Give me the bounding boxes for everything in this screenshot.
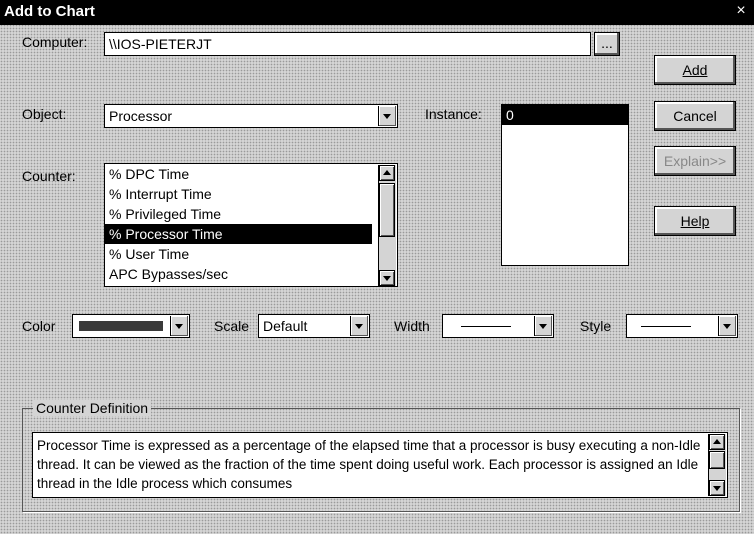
chevron-down-icon[interactable] [350, 316, 368, 336]
counter-list[interactable]: % DPC Time % Interrupt Time % Privileged… [104, 163, 398, 287]
color-label: Color [22, 318, 56, 334]
list-item[interactable]: % User Time [105, 244, 397, 264]
chevron-down-icon[interactable] [378, 106, 396, 126]
counter-definition-label: Counter Definition [33, 400, 152, 416]
object-dropdown[interactable]: Processor [104, 104, 398, 128]
computer-value: \\IOS-PIETERJT [109, 36, 212, 52]
line-style-preview [641, 326, 691, 327]
computer-label: Computer: [22, 34, 88, 50]
counter-label: Counter: [22, 168, 76, 184]
title-bar[interactable]: Add to Chart × [0, 0, 754, 25]
scale-value: Default [263, 318, 308, 334]
add-button[interactable]: Add [654, 55, 736, 85]
computer-field[interactable]: \\IOS-PIETERJT [104, 32, 591, 56]
style-dropdown[interactable] [626, 314, 738, 338]
color-dropdown[interactable] [72, 314, 190, 338]
explain-button-label: Explain>> [663, 153, 727, 169]
list-item[interactable]: % Processor Time [105, 224, 372, 244]
scroll-up-icon[interactable] [709, 434, 725, 450]
window-title: Add to Chart [4, 3, 95, 20]
definition-text: Processor Time is expressed as a percent… [37, 438, 701, 491]
width-dropdown[interactable] [442, 314, 554, 338]
scroll-up-icon[interactable] [379, 165, 395, 181]
list-item[interactable]: % Interrupt Time [105, 184, 397, 204]
help-button[interactable]: Help [654, 206, 736, 236]
counter-definition-text[interactable]: Processor Time is expressed as a percent… [32, 432, 728, 498]
counter-scrollbar[interactable] [378, 165, 396, 286]
scroll-thumb[interactable] [379, 183, 395, 237]
list-item[interactable]: % DPC Time [105, 164, 397, 184]
close-icon[interactable]: × [732, 2, 750, 20]
object-label: Object: [22, 106, 67, 122]
color-swatch [79, 321, 163, 331]
scale-label: Scale [214, 318, 250, 334]
width-label: Width [394, 318, 430, 334]
definition-scrollbar[interactable] [708, 434, 726, 496]
chevron-down-icon[interactable] [534, 316, 552, 336]
style-label: Style [580, 318, 612, 334]
explain-button[interactable]: Explain>> [654, 146, 736, 176]
scale-dropdown[interactable]: Default [258, 314, 370, 338]
object-value: Processor [109, 108, 173, 124]
scroll-down-icon[interactable] [709, 480, 725, 496]
browse-label: ... [601, 35, 613, 51]
browse-computers-button[interactable]: ... [594, 32, 620, 56]
list-item[interactable]: 0 [502, 105, 628, 125]
line-width-preview [461, 326, 511, 327]
instance-label: Instance: [425, 106, 482, 122]
list-item[interactable]: % Privileged Time [105, 204, 397, 224]
chevron-down-icon[interactable] [170, 316, 188, 336]
scroll-down-icon[interactable] [379, 270, 395, 286]
scroll-thumb[interactable] [709, 451, 725, 469]
cancel-button[interactable]: Cancel [654, 101, 736, 131]
add-button-label: Add [682, 62, 708, 78]
instance-list[interactable]: 0 [501, 104, 629, 266]
list-item[interactable]: APC Bypasses/sec [105, 264, 397, 284]
cancel-button-label: Cancel [673, 108, 717, 124]
help-button-label: Help [680, 213, 710, 229]
chevron-down-icon[interactable] [718, 316, 736, 336]
